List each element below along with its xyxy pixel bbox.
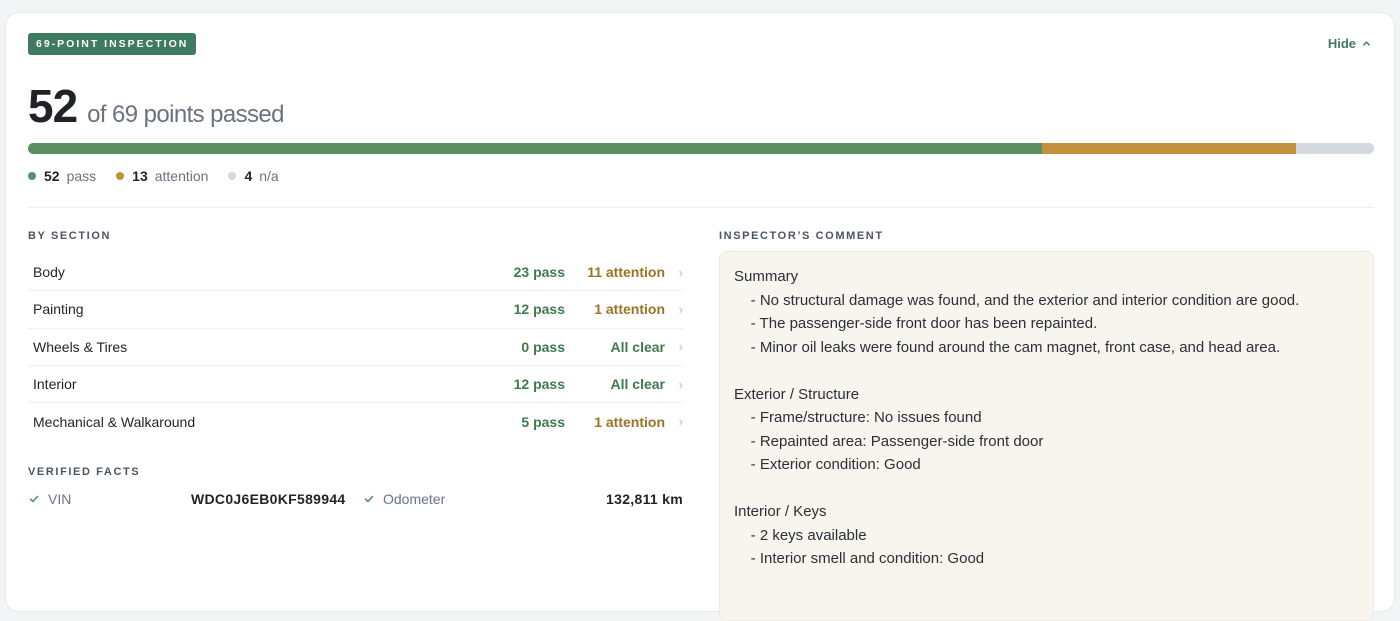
section-pass-count: 5 pass <box>521 413 565 430</box>
comment-line: - Minor oil leaks were found around the … <box>734 338 1281 356</box>
chevron-right-icon: › <box>678 301 683 317</box>
comment-line <box>734 359 1359 383</box>
check-icon <box>364 495 374 503</box>
comment-line: - The passenger-side front door has been… <box>734 315 1098 332</box>
legend-label: attention <box>154 168 209 184</box>
section-row[interactable]: Body 23 pass 11 attention › <box>28 254 683 292</box>
legend-dot <box>228 172 237 180</box>
comment-line: - Frame/structure: No issues found <box>734 409 982 426</box>
inspector-comment: Summary - No structural damage was found… <box>719 251 1374 621</box>
inspection-badge: 69-POINT INSPECTION <box>28 33 197 55</box>
chevron-right-icon: › <box>678 264 683 280</box>
check-icon <box>29 495 39 503</box>
comment-line <box>734 477 1359 501</box>
progress-legend: 52 pass 13 attention 4 n/a <box>28 168 279 184</box>
section-row[interactable]: Wheels & Tires 0 pass All clear › <box>28 329 683 366</box>
odometer-label: Odometer <box>383 491 446 507</box>
section-pass-count: 12 pass <box>513 376 565 393</box>
section-row[interactable]: Painting 12 pass 1 attention › <box>28 291 683 329</box>
comment-line: - No structural damage was found, and th… <box>734 291 1300 309</box>
section-status: 1 attention <box>594 301 665 318</box>
legend-label: n/a <box>259 168 279 184</box>
section-name: Body <box>33 264 65 281</box>
chevron-up-icon <box>1363 41 1370 46</box>
section-name: Painting <box>33 301 84 318</box>
inspection-progress-bar <box>28 143 1374 154</box>
section-pass-count: 12 pass <box>513 301 565 318</box>
legend-count: 52 <box>44 168 60 184</box>
section-name: Interior <box>33 376 77 393</box>
legend-dot <box>116 172 125 180</box>
section-status: All clear <box>610 338 665 355</box>
chevron-right-icon: › <box>678 414 683 430</box>
section-pass-count: 0 pass <box>521 338 565 355</box>
chevron-right-icon: › <box>678 339 683 355</box>
verified-facts-title: VERIFIED FACTS <box>28 466 141 478</box>
progress-segment-attention <box>1042 143 1296 154</box>
section-list: Body 23 pass 11 attention › Painting 12 pass 1… <box>28 254 683 440</box>
by-section-title: BY SECTION <box>28 230 112 242</box>
legend-dot <box>28 172 36 180</box>
comment-line: - Repainted area: Passenger-side front d… <box>734 432 1044 450</box>
section-status: 11 attention <box>587 264 665 281</box>
section-row[interactable]: Interior 12 pass All clear › <box>28 366 683 404</box>
comment-line: - Interior smell and condition: Good <box>734 550 985 567</box>
inspector-comment-title: INSPECTOR’S COMMENT <box>719 230 884 242</box>
inspection-card: 69-POINT INSPECTION Hide 52 of 69 points… <box>5 12 1395 621</box>
comment-line: Exterior / Structure <box>734 385 860 403</box>
hide-button[interactable]: Hide <box>1328 36 1371 51</box>
legend-item: 13 attention <box>116 168 208 184</box>
vin-label: VIN <box>48 491 72 507</box>
divider <box>28 207 1374 208</box>
chevron-right-icon: › <box>678 376 683 392</box>
section-row[interactable]: Mechanical & Walkaround 5 pass 1 attention… <box>28 403 683 440</box>
section-status: 1 attention <box>594 413 665 430</box>
legend-count: 13 <box>132 168 148 184</box>
comment-line: - 2 keys available <box>734 526 867 544</box>
comment-line: Summary <box>734 268 799 285</box>
progress-segment-pass <box>28 143 1043 154</box>
verified-facts: VIN WDC0J6EB0KF589944 Odometer 132,811 k… <box>28 490 683 510</box>
legend-item: 52 pass <box>28 168 96 184</box>
comment-line: - Exterior condition: Good <box>734 456 921 473</box>
comment-line: Interior / Keys <box>734 503 827 520</box>
legend-item: 4 n/a <box>228 168 279 184</box>
score-caption: of 69 points passed <box>87 101 284 128</box>
section-name: Wheels & Tires <box>33 338 128 355</box>
vin-value: WDC0J6EB0KF589944 <box>191 491 346 507</box>
progress-segment-na <box>1295 143 1374 154</box>
section-status: All clear <box>610 376 665 393</box>
hide-label: Hide <box>1327 36 1356 51</box>
score-summary: 52 of 69 points passed <box>28 79 285 133</box>
legend-label: pass <box>66 168 97 184</box>
legend-count: 4 <box>244 168 253 184</box>
odometer-value: 132,811 km <box>606 491 683 507</box>
passed-count: 52 <box>28 80 78 132</box>
section-pass-count: 23 pass <box>513 264 565 281</box>
section-name: Mechanical & Walkaround <box>33 413 196 430</box>
